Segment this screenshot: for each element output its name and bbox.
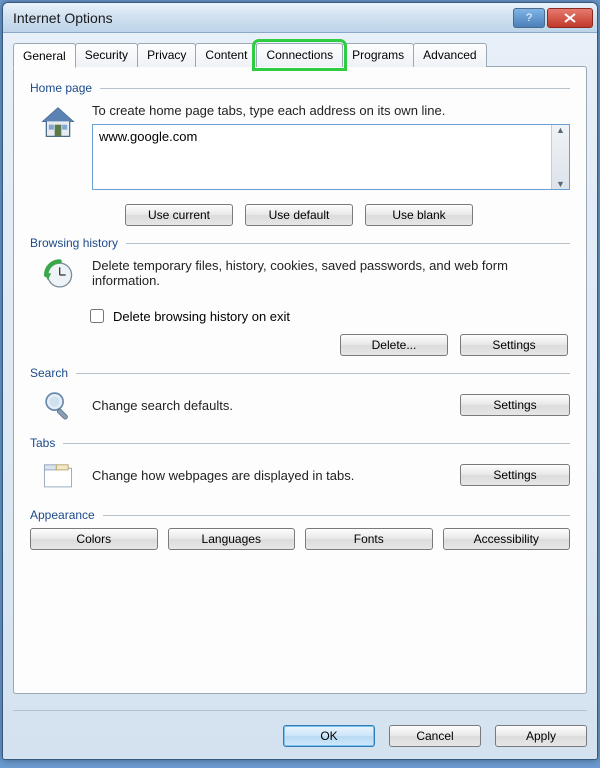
cancel-button[interactable]: Cancel — [389, 725, 481, 747]
group-homepage: To create home page tabs, type each addr… — [30, 97, 570, 196]
history-settings-button[interactable]: Settings — [460, 334, 568, 356]
divider — [126, 243, 570, 244]
divider — [63, 443, 570, 444]
tab-content[interactable]: Content — [195, 43, 257, 67]
ok-button[interactable]: OK — [283, 725, 375, 747]
fonts-button[interactable]: Fonts — [305, 528, 433, 550]
dialog-window: Internet Options ? General Security Priv… — [2, 2, 598, 760]
window-title: Internet Options — [13, 10, 513, 26]
search-settings-button[interactable]: Settings — [460, 394, 570, 416]
group-tabs: Change how webpages are displayed in tab… — [30, 452, 570, 498]
homepage-buttons: Use current Use default Use blank — [30, 204, 570, 226]
history-buttons: Delete... Settings — [30, 334, 570, 356]
tab-panel-general: Home page To create home page tabs, type… — [13, 66, 587, 694]
tab-label: General — [23, 49, 66, 63]
search-icon — [36, 388, 80, 422]
divider — [100, 88, 570, 89]
divider — [103, 515, 570, 516]
appearance-buttons: Colors Languages Fonts Accessibility — [30, 528, 570, 550]
tab-strip: General Security Privacy Content Connect… — [13, 43, 587, 67]
group-history: Delete temporary files, history, cookies… — [30, 252, 570, 298]
tab-label: Advanced — [423, 48, 476, 62]
scroll-up-icon[interactable]: ▲ — [556, 125, 565, 135]
search-description: Change search defaults. — [92, 398, 448, 413]
tabs-icon — [36, 458, 80, 492]
dialog-content: General Security Privacy Content Connect… — [3, 33, 597, 700]
use-current-button[interactable]: Use current — [125, 204, 233, 226]
tab-programs[interactable]: Programs — [342, 43, 414, 67]
tab-label: Programs — [352, 48, 404, 62]
colors-button[interactable]: Colors — [30, 528, 158, 550]
accessibility-button[interactable]: Accessibility — [443, 528, 571, 550]
group-title: Appearance — [30, 508, 95, 522]
dialog-footer: OK Cancel Apply — [13, 710, 587, 747]
tab-label: Privacy — [147, 48, 186, 62]
scrollbar[interactable]: ▲ ▼ — [551, 125, 569, 189]
use-blank-button[interactable]: Use blank — [365, 204, 473, 226]
tab-advanced[interactable]: Advanced — [413, 43, 486, 67]
tab-security[interactable]: Security — [75, 43, 138, 67]
tab-label: Content — [205, 48, 247, 62]
group-search-label: Search — [30, 366, 570, 380]
homepage-input[interactable] — [93, 125, 551, 189]
checkbox-label: Delete browsing history on exit — [113, 309, 290, 324]
close-button[interactable] — [547, 8, 593, 28]
group-search: Change search defaults. Settings — [30, 382, 570, 428]
delete-history-button[interactable]: Delete... — [340, 334, 448, 356]
tabs-settings-button[interactable]: Settings — [460, 464, 570, 486]
titlebar[interactable]: Internet Options ? — [3, 3, 597, 33]
divider — [76, 373, 570, 374]
group-title: Home page — [30, 81, 92, 95]
group-title: Tabs — [30, 436, 55, 450]
tab-privacy[interactable]: Privacy — [137, 43, 196, 67]
group-tabs-label: Tabs — [30, 436, 570, 450]
delete-on-exit-checkbox[interactable] — [90, 309, 104, 323]
group-history-label: Browsing history — [30, 236, 570, 250]
tab-connections[interactable]: Connections — [256, 43, 343, 67]
tab-label: Security — [85, 48, 128, 62]
tab-general[interactable]: General — [13, 43, 76, 68]
group-title: Browsing history — [30, 236, 118, 250]
languages-button[interactable]: Languages — [168, 528, 296, 550]
apply-button[interactable]: Apply — [495, 725, 587, 747]
home-icon — [36, 103, 80, 190]
history-description: Delete temporary files, history, cookies… — [92, 258, 570, 292]
scroll-down-icon[interactable]: ▼ — [556, 179, 565, 189]
homepage-description: To create home page tabs, type each addr… — [92, 103, 570, 118]
homepage-input-wrap: ▲ ▼ — [92, 124, 570, 190]
group-appearance-label: Appearance — [30, 508, 570, 522]
group-homepage-label: Home page — [30, 81, 570, 95]
group-title: Search — [30, 366, 68, 380]
history-icon — [36, 258, 80, 292]
delete-on-exit-row: Delete browsing history on exit — [86, 306, 570, 326]
use-default-button[interactable]: Use default — [245, 204, 353, 226]
tab-label: Connections — [266, 48, 333, 62]
tabs-description: Change how webpages are displayed in tab… — [92, 468, 448, 483]
help-button[interactable]: ? — [513, 8, 545, 28]
